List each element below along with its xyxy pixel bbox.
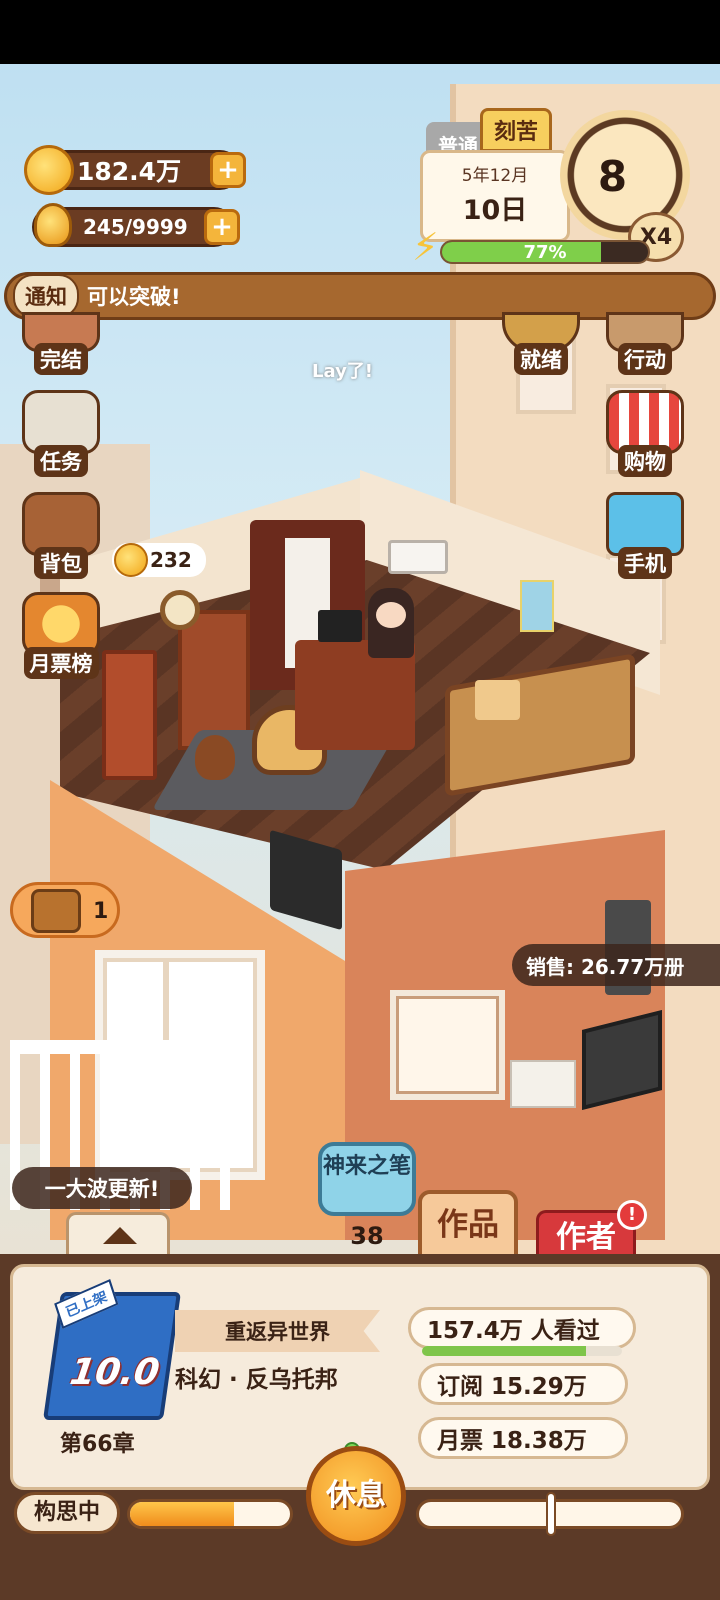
ideas-counter: 245/9999 + bbox=[32, 203, 240, 247]
conceive-progress-fill bbox=[130, 1502, 234, 1526]
book-chapter: 第66章 bbox=[60, 1432, 135, 1457]
add-ideas-button[interactable]: + bbox=[204, 209, 240, 245]
facade-window bbox=[390, 990, 505, 1100]
writing-state-label: 构思中 bbox=[14, 1492, 120, 1534]
sidebar-label: 购物 bbox=[618, 445, 672, 477]
sidebar-label: 完结 bbox=[34, 343, 88, 375]
sidebar-item-backpack[interactable]: 背包 bbox=[18, 492, 104, 579]
ac-unit bbox=[510, 1060, 576, 1108]
conceive-progress-bar bbox=[127, 1499, 293, 1529]
coins-value: 182.4万 bbox=[77, 157, 182, 186]
chevron-up-icon bbox=[103, 1227, 137, 1244]
treasure-chest-icon bbox=[31, 889, 81, 933]
bookshelf[interactable] bbox=[178, 610, 250, 750]
sidebar-item-phone[interactable]: 手机 bbox=[602, 492, 688, 579]
floating-text: Lay了! bbox=[312, 361, 374, 382]
coin-bubble-value: 232 bbox=[150, 548, 192, 572]
rest-button[interactable]: 休息 bbox=[306, 1446, 406, 1546]
sidebar-label: 手机 bbox=[618, 547, 672, 579]
sidebar-label: 背包 bbox=[34, 547, 88, 579]
sidebar-label: 月票榜 bbox=[23, 647, 99, 679]
energy-bar: 77% bbox=[440, 240, 650, 264]
sidebar-label: 就绪 bbox=[514, 343, 568, 375]
coin-bubble[interactable]: 232 bbox=[112, 543, 206, 577]
status-bar bbox=[0, 0, 720, 64]
chest-count: 1 bbox=[93, 899, 109, 924]
subscriptions-stat: 订阅 15.29万 bbox=[418, 1363, 628, 1405]
wall-clock bbox=[160, 590, 200, 630]
notice-message: 可以突破! bbox=[87, 285, 181, 309]
alert-badge: ! bbox=[617, 1200, 647, 1230]
tab-works[interactable]: 作品 bbox=[418, 1190, 518, 1256]
author-character[interactable] bbox=[368, 588, 414, 658]
calendar-day: 10日 bbox=[462, 195, 528, 226]
book-cover[interactable]: 已上架 10.0 bbox=[43, 1279, 181, 1420]
computer-monitor[interactable] bbox=[318, 610, 362, 642]
sales-label: 销售: 26.77万册 bbox=[512, 944, 720, 986]
sidebar-item-shop[interactable]: 购物 bbox=[602, 390, 688, 477]
readers-bar bbox=[422, 1346, 622, 1356]
readers-stat: 157.4万 人看过 bbox=[408, 1307, 636, 1349]
coins-counter: 182.4万 + bbox=[24, 145, 246, 195]
pet-dog[interactable] bbox=[195, 735, 235, 780]
sidebar-label: 行动 bbox=[618, 343, 672, 375]
wall-poster bbox=[520, 580, 554, 632]
sidebar-item-finish[interactable]: 完结 bbox=[18, 312, 104, 375]
book-genre: 科幻 · 反乌托邦 bbox=[175, 1367, 338, 1393]
sidebar-item-ticket-rank[interactable]: 月票榜 bbox=[18, 592, 104, 679]
skill-button[interactable]: 神来之笔 bbox=[318, 1142, 416, 1216]
coin-icon bbox=[114, 543, 148, 577]
monthly-tickets-stat: 月票 18.38万 bbox=[418, 1417, 628, 1459]
add-coins-button[interactable]: + bbox=[210, 152, 246, 188]
update-banner[interactable]: 一大波更新! bbox=[12, 1167, 192, 1209]
room-door[interactable] bbox=[102, 650, 157, 780]
book-title: 重返异世界 bbox=[175, 1310, 380, 1352]
energy-bolt-icon[interactable]: ⚡ bbox=[412, 225, 448, 271]
skill-count: 38 bbox=[350, 1222, 384, 1250]
coin-icon bbox=[24, 145, 74, 195]
air-conditioner bbox=[388, 540, 448, 574]
nightstand bbox=[475, 680, 520, 720]
mode-tab-hard[interactable]: 刻苦 bbox=[480, 108, 552, 152]
progress-marker bbox=[546, 1492, 556, 1536]
sidebar-label: 任务 bbox=[34, 445, 88, 477]
expand-panel-button[interactable] bbox=[66, 1212, 170, 1258]
energy-percent: 77% bbox=[523, 242, 567, 263]
treasure-chest-button[interactable]: 1 bbox=[10, 882, 120, 938]
calendar-year-month: 5年12月 bbox=[461, 166, 529, 186]
lightbulb-icon bbox=[34, 203, 72, 247]
clock-hour: 8 bbox=[597, 152, 628, 201]
readers-bar-fill bbox=[422, 1346, 586, 1356]
ideas-value: 245/9999 bbox=[83, 215, 188, 239]
sidebar-item-action[interactable]: 行动 bbox=[602, 312, 688, 375]
sidebar-item-tasks[interactable]: 任务 bbox=[18, 390, 104, 477]
sidebar-item-ready[interactable]: 就绪 bbox=[498, 312, 584, 375]
book-score: 10.0 bbox=[67, 1352, 162, 1393]
